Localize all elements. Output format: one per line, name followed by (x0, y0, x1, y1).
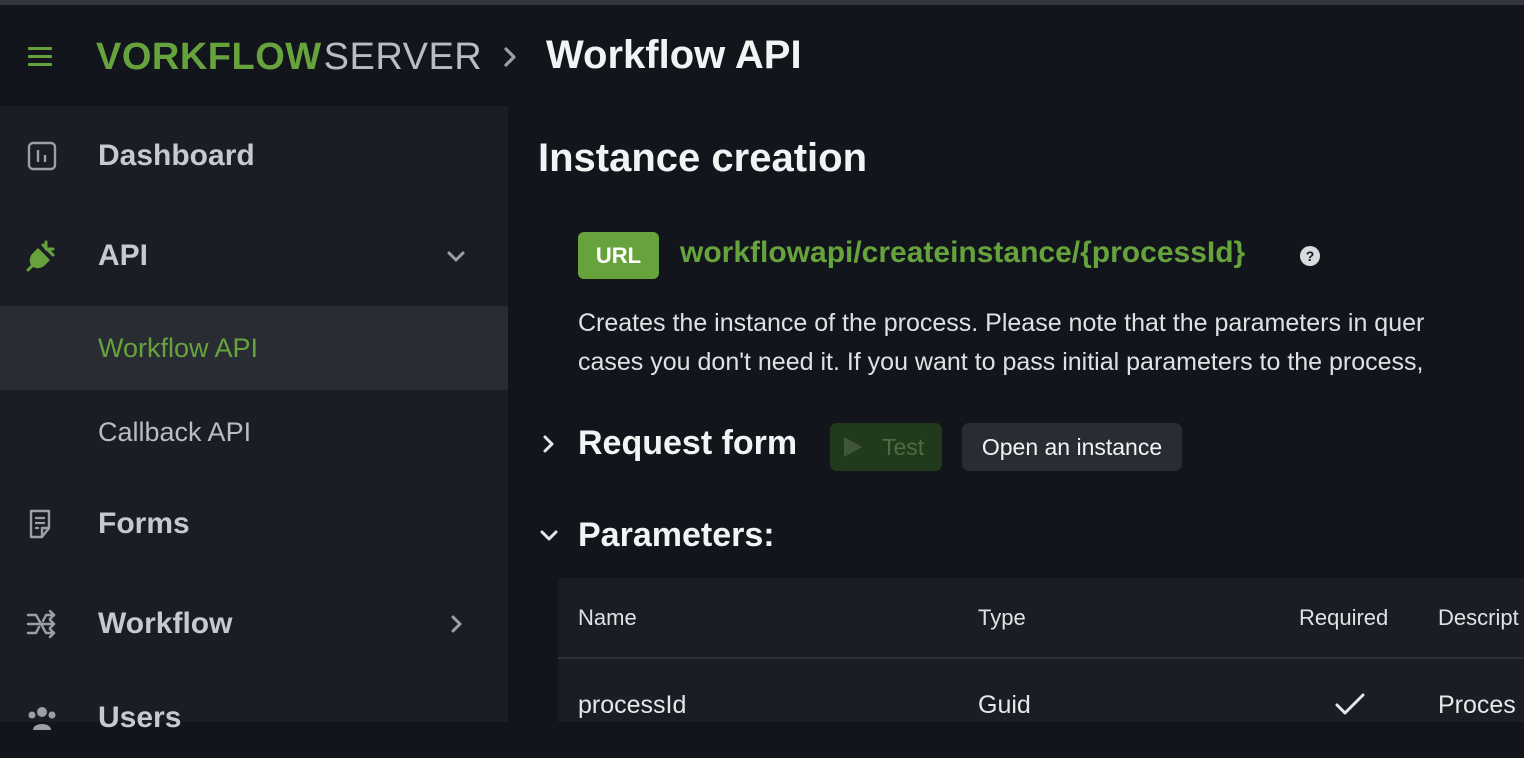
sidebar-item-callback-api[interactable]: Callback API (0, 390, 508, 474)
workflow-arrows-icon (26, 609, 56, 639)
logo-bold-text: ORKFLOW (121, 35, 322, 78)
chevron-down-icon[interactable] (538, 525, 560, 547)
form-document-icon (29, 509, 51, 539)
column-header-required: Required (1299, 605, 1389, 630)
column-header-description: Descript (1438, 605, 1519, 630)
description-line: Creates the instance of the process. Ple… (578, 309, 1425, 337)
plug-icon (26, 240, 55, 272)
chevron-right-icon[interactable] (444, 612, 468, 636)
sidebar-item-label: API (98, 239, 149, 272)
app-header: V ORKFLOW SERVER Workflow API (0, 5, 1524, 107)
column-header-type: Type (978, 605, 1026, 630)
test-button-label: Test (882, 433, 925, 460)
sidebar-item-api[interactable]: API (0, 216, 508, 296)
chart-box-icon (27, 141, 57, 171)
url-badge: URL (578, 232, 659, 279)
sidebar-item-forms[interactable]: Forms (0, 484, 508, 564)
sidebar-item-workflow-api[interactable]: Workflow API (0, 306, 508, 390)
play-icon (844, 437, 862, 457)
checkmark-icon (1335, 693, 1365, 715)
chevron-right-icon[interactable] (538, 433, 560, 455)
parameters-toggle[interactable]: Parameters: (578, 516, 775, 555)
logo-letter: V (96, 35, 122, 78)
sidebar-item-label: Workflow API (98, 332, 259, 363)
sidebar: Dashboard API Workflow API Callback API … (0, 106, 508, 734)
help-icon[interactable]: ? (1300, 246, 1320, 266)
param-description-cell: Proces (1438, 691, 1516, 719)
sidebar-item-label: Callback API (98, 416, 252, 447)
parameters-table: Name Type Required Descript processId Gu… (558, 578, 1524, 722)
sidebar-item-label: Users (98, 701, 182, 734)
endpoint-url: workflowapi/createinstance/{processId} (680, 236, 1246, 269)
menu-icon[interactable] (28, 47, 52, 67)
param-name-cell: processId (578, 691, 687, 719)
column-header-name: Name (578, 605, 637, 630)
test-button[interactable]: Test (830, 423, 942, 471)
sidebar-item-dashboard[interactable]: Dashboard (0, 116, 508, 196)
description-line: cases you don't need it. If you want to … (578, 348, 1424, 376)
sidebar-item-label: Dashboard (98, 139, 255, 172)
breadcrumb-chevron-icon (504, 47, 516, 67)
table-divider (558, 657, 1524, 659)
sidebar-item-label: Forms (98, 507, 190, 540)
main-content: Instance creation URL workflowapi/create… (508, 106, 1524, 722)
sidebar-item-label: Workflow (98, 607, 233, 640)
workflow-server-logo[interactable]: V ORKFLOW SERVER (96, 35, 482, 79)
users-icon (28, 707, 56, 730)
param-type-cell: Guid (978, 691, 1031, 719)
sidebar-item-users[interactable]: Users (0, 678, 508, 758)
request-form-toggle[interactable]: Request form (578, 424, 797, 463)
open-instance-button[interactable]: Open an instance (962, 423, 1182, 471)
page-title: Workflow API (546, 33, 802, 77)
endpoint-description: Creates the instance of the process. Ple… (578, 304, 1524, 382)
chevron-down-icon[interactable] (444, 244, 468, 268)
sidebar-item-workflow[interactable]: Workflow (0, 584, 508, 664)
section-title: Instance creation (538, 136, 868, 180)
logo-light-text: SERVER (323, 35, 483, 78)
